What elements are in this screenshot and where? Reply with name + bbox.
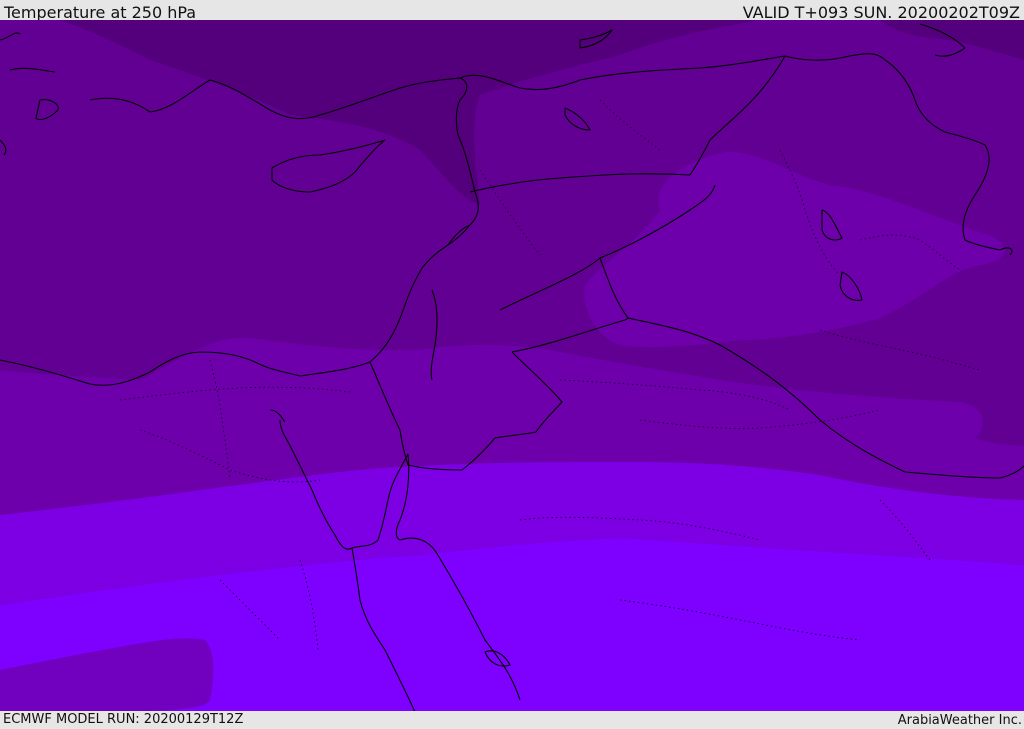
temperature-map xyxy=(0,20,1024,711)
model-run-label: ECMWF MODEL RUN: 20200129T12Z xyxy=(3,712,244,727)
header-bar: Temperature at 250 hPa VALID T+093 SUN. … xyxy=(0,0,1024,22)
credit-label: ArabiaWeather Inc. xyxy=(897,713,1022,728)
footer-bar: ECMWF MODEL RUN: 20200129T12Z ArabiaWeat… xyxy=(0,711,1024,729)
